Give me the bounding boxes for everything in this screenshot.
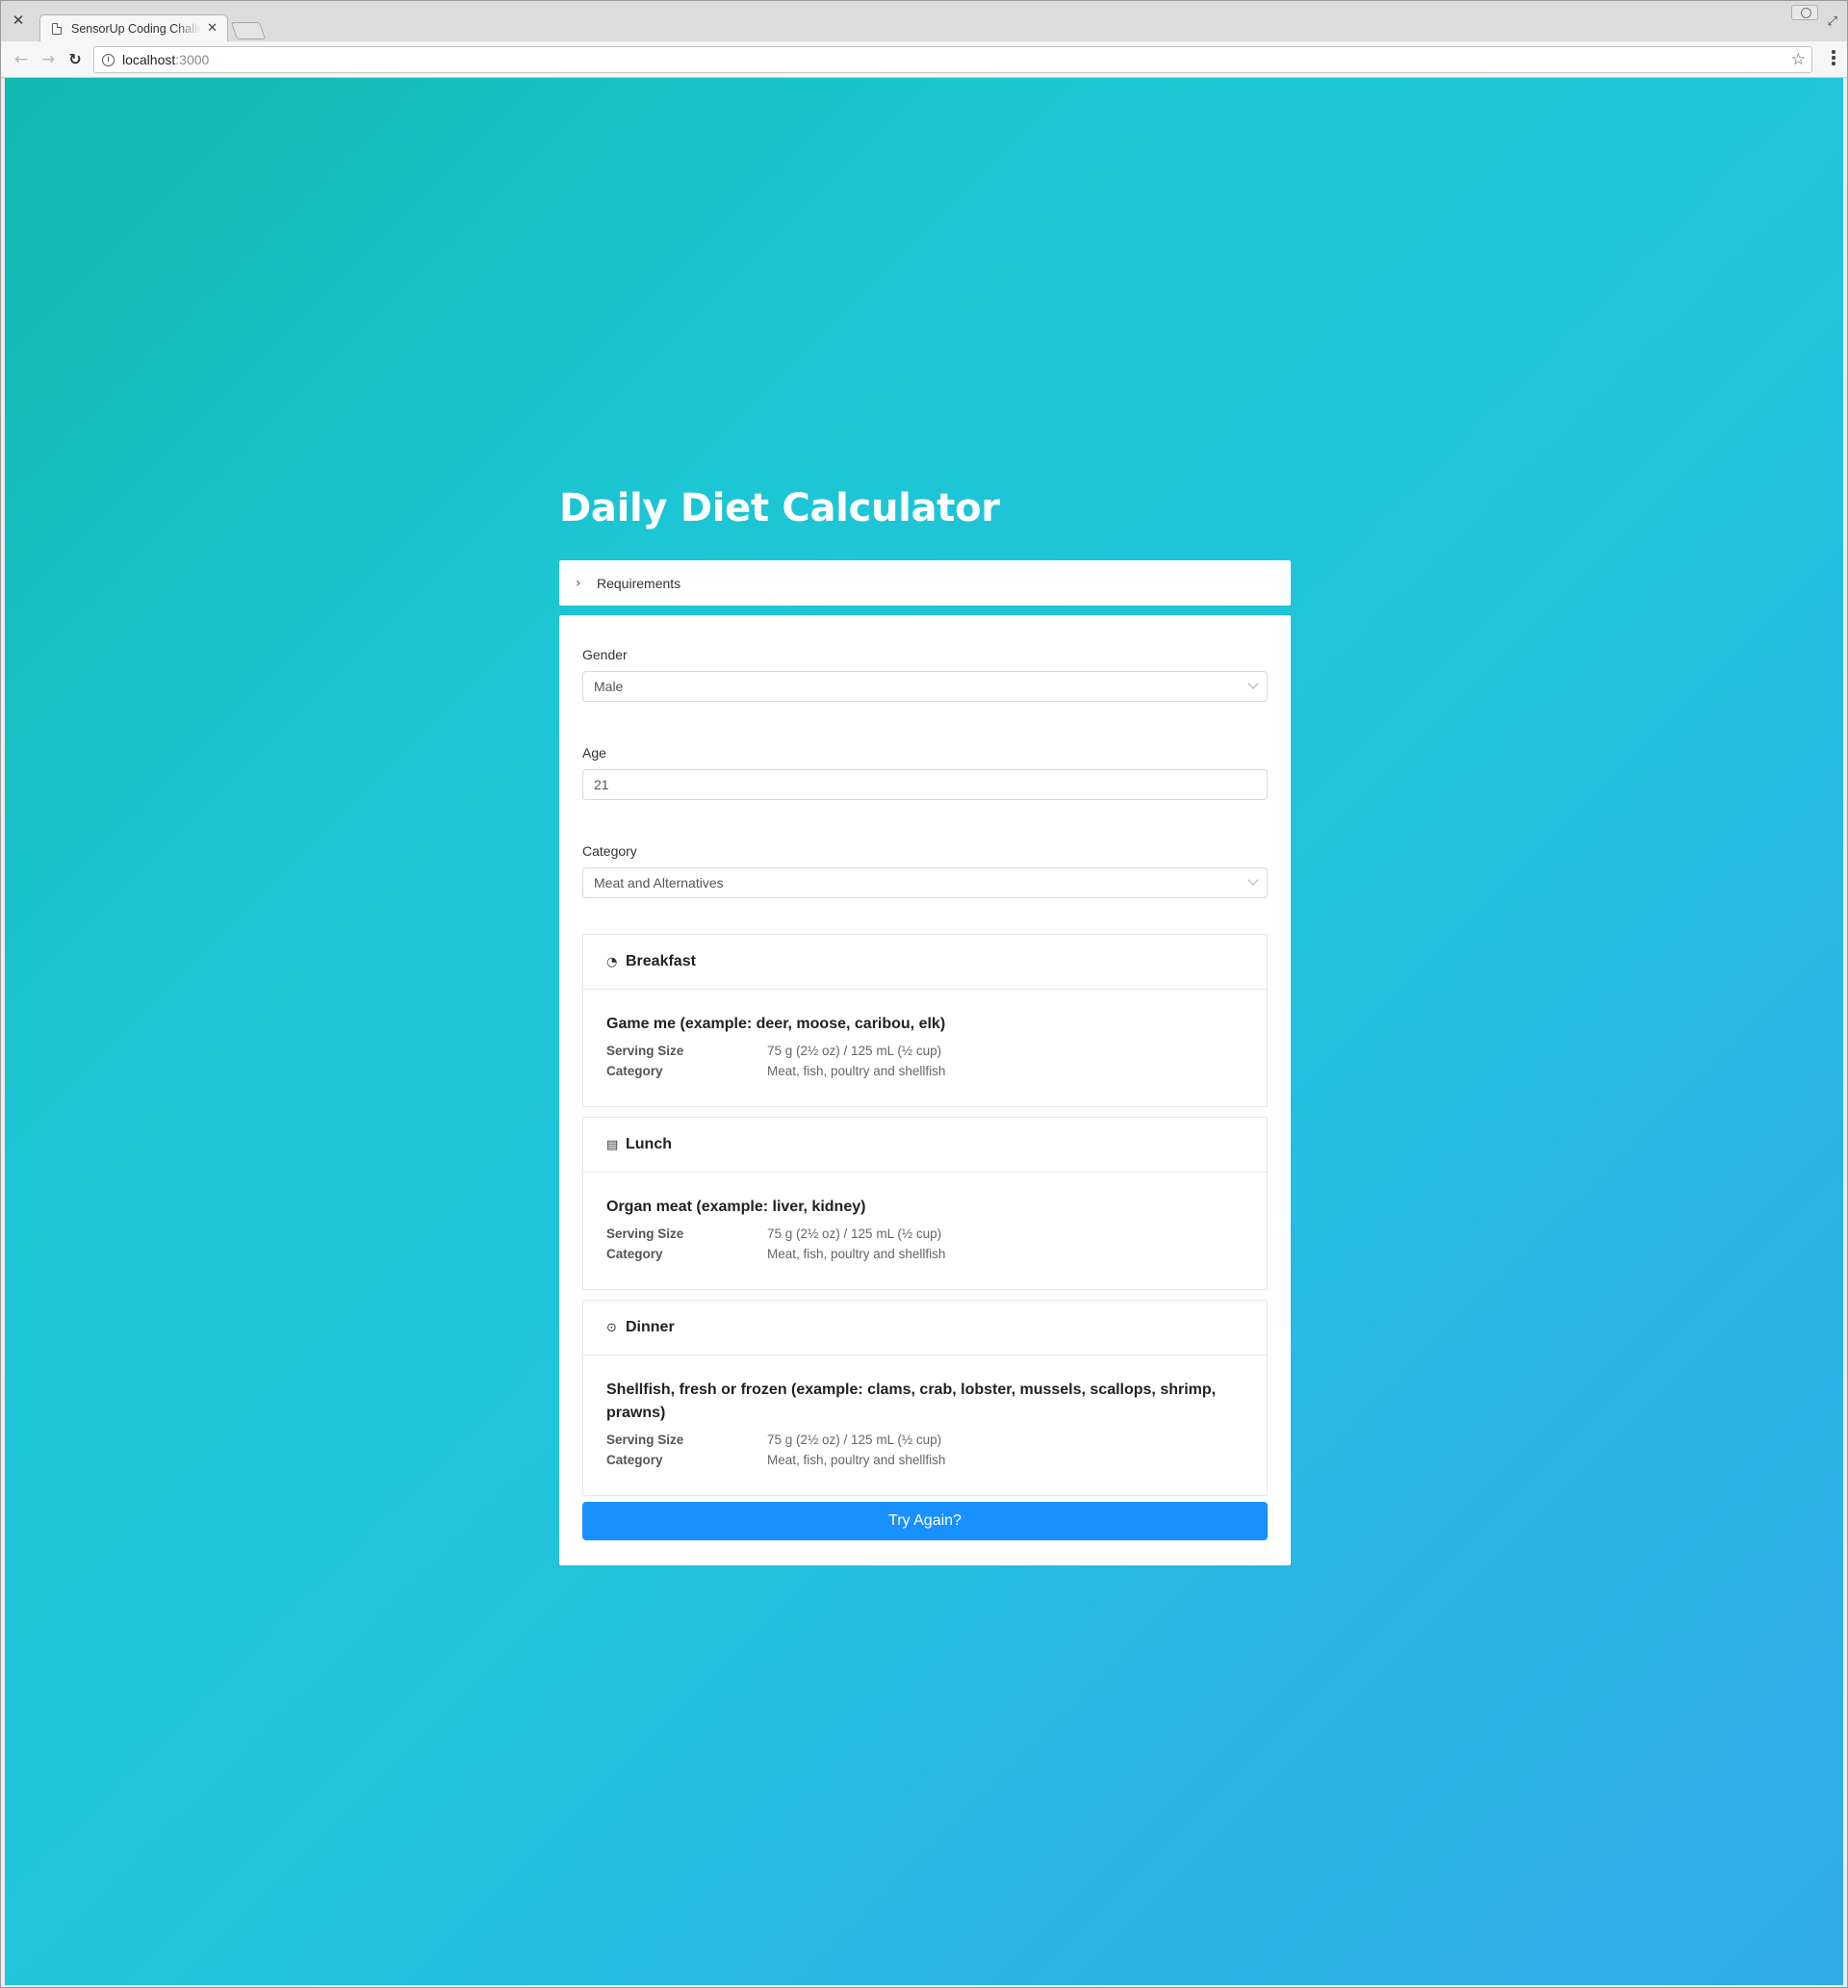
tab-title: SensorUp Coding Challenge [71,21,202,36]
category-form-item: Category Meat and Alternatives [582,843,1268,898]
category-row-label: Category [606,1247,663,1261]
breakfast-card: ◔ Breakfast Game me (example: deer, moos… [582,934,1268,1107]
address-bar[interactable]: localhost:3000 ☆ [93,46,1812,73]
serving-size-label: Serving Size [606,1044,684,1058]
gender-select-value: Male [594,679,624,694]
serving-size-label: Serving Size [606,1226,684,1241]
requirements-collapse[interactable]: › Requirements [559,560,1291,606]
meal-card-header: ▤ Lunch [583,1118,1267,1173]
food-title: Shellfish, fresh or frozen (example: cla… [606,1381,1217,1421]
browser-toolbar: ← → ↻ localhost:3000 ☆ [1,41,1847,78]
requirements-label: Requirements [597,575,681,591]
serving-size-value: 75 g (2½ oz) / 125 mL (½ cup) [767,1044,942,1058]
category-row: Category Meat, fish, poultry and shellfi… [606,1244,1244,1264]
back-arrow-icon[interactable]: ← [11,49,32,70]
browser-tab[interactable]: SensorUp Coding Challenge ✕ [39,14,228,41]
diet-form-card: Gender Male Age 21 Category Meat and Alt… [559,615,1291,1565]
food-title: Game me (example: deer, moose, caribou, … [606,1016,946,1032]
gender-select[interactable]: Male [582,671,1268,702]
profile-icon[interactable] [1791,5,1818,20]
category-row-label: Category [606,1064,663,1078]
serving-size-row: Serving Size 75 g (2½ oz) / 125 mL (½ cu… [606,1224,1244,1244]
lunch-card: ▤ Lunch Organ meat (example: liver, kidn… [582,1117,1268,1290]
url-host: localhost [122,52,176,67]
browser-window: ✕ SensorUp Coding Challenge ✕ ⤢ ← → ↻ lo… [0,0,1848,1988]
category-row-label: Category [606,1453,663,1467]
browser-menu-icon[interactable] [1832,50,1835,67]
bookmark-star-icon[interactable]: ☆ [1791,50,1806,69]
meal-card-header: ⊙ Dinner [583,1301,1267,1355]
meal-name: Dinner [626,1319,675,1335]
url-port: :3000 [175,52,210,67]
page-title: Daily Diet Calculator [559,486,1000,530]
info-icon[interactable] [102,53,115,66]
serving-size-row: Serving Size 75 g (2½ oz) / 125 mL (½ cu… [606,1041,1244,1061]
meal-card-header: ◔ Breakfast [583,935,1267,990]
meal-card-body: Game me (example: deer, moose, caribou, … [583,990,1267,1081]
serving-size-row: Serving Size 75 g (2½ oz) / 125 mL (½ cu… [606,1430,1244,1450]
category-row: Category Meat, fish, poultry and shellfi… [606,1450,1244,1470]
chevron-down-icon [1247,874,1259,886]
category-row-value: Meat, fish, poultry and shellfish [767,1453,946,1467]
category-select[interactable]: Meat and Alternatives [582,867,1268,898]
page-icon [52,22,62,35]
dinner-card: ⊙ Dinner Shellfish, fresh or frozen (exa… [582,1300,1268,1496]
serving-size-value: 75 g (2½ oz) / 125 mL (½ cup) [767,1433,942,1447]
page-viewport: Daily Diet Calculator › Requirements Gen… [5,78,1843,1985]
category-select-value: Meat and Alternatives [594,875,724,891]
food-title: Organ meat (example: liver, kidney) [606,1199,866,1215]
serving-size-value: 75 g (2½ oz) / 125 mL (½ cup) [767,1226,942,1241]
meal-name: Breakfast [626,953,696,969]
category-row-value: Meat, fish, poultry and shellfish [767,1064,946,1078]
plate-cutlery-icon: ⊙ [606,1320,617,1335]
tab-close-icon[interactable]: ✕ [207,21,218,36]
meal-name: Lunch [626,1136,672,1152]
forward-arrow-icon[interactable]: → [38,49,59,70]
age-label: Age [582,745,606,761]
category-row: Category Meat, fish, poultry and shellfi… [606,1061,1244,1081]
chevron-right-icon: › [576,575,581,591]
new-tab-button[interactable] [230,22,267,39]
window-close-icon[interactable]: ✕ [11,13,26,28]
age-input[interactable]: 21 [582,769,1268,800]
chevron-down-icon [1247,678,1259,689]
meal-card-body: Shellfish, fresh or frozen (example: cla… [583,1355,1267,1470]
serving-size-label: Serving Size [606,1433,684,1447]
gender-label: Gender [582,647,628,662]
age-input-value: 21 [594,777,609,792]
try-again-button[interactable]: Try Again? [582,1502,1268,1540]
maximize-icon[interactable]: ⤢ [1828,14,1837,29]
gender-form-item: Gender Male [582,647,1268,702]
category-label: Category [582,843,637,859]
tab-bar: ✕ SensorUp Coding Challenge ✕ ⤢ [1,1,1847,41]
egg-icon: ◔ [606,954,618,969]
category-row-value: Meat, fish, poultry and shellfish [767,1247,946,1261]
meal-card-body: Organ meat (example: liver, kidney) Serv… [583,1173,1267,1264]
bento-icon: ▤ [606,1137,619,1152]
age-form-item: Age 21 [582,745,1268,800]
reload-icon[interactable]: ↻ [64,49,86,70]
